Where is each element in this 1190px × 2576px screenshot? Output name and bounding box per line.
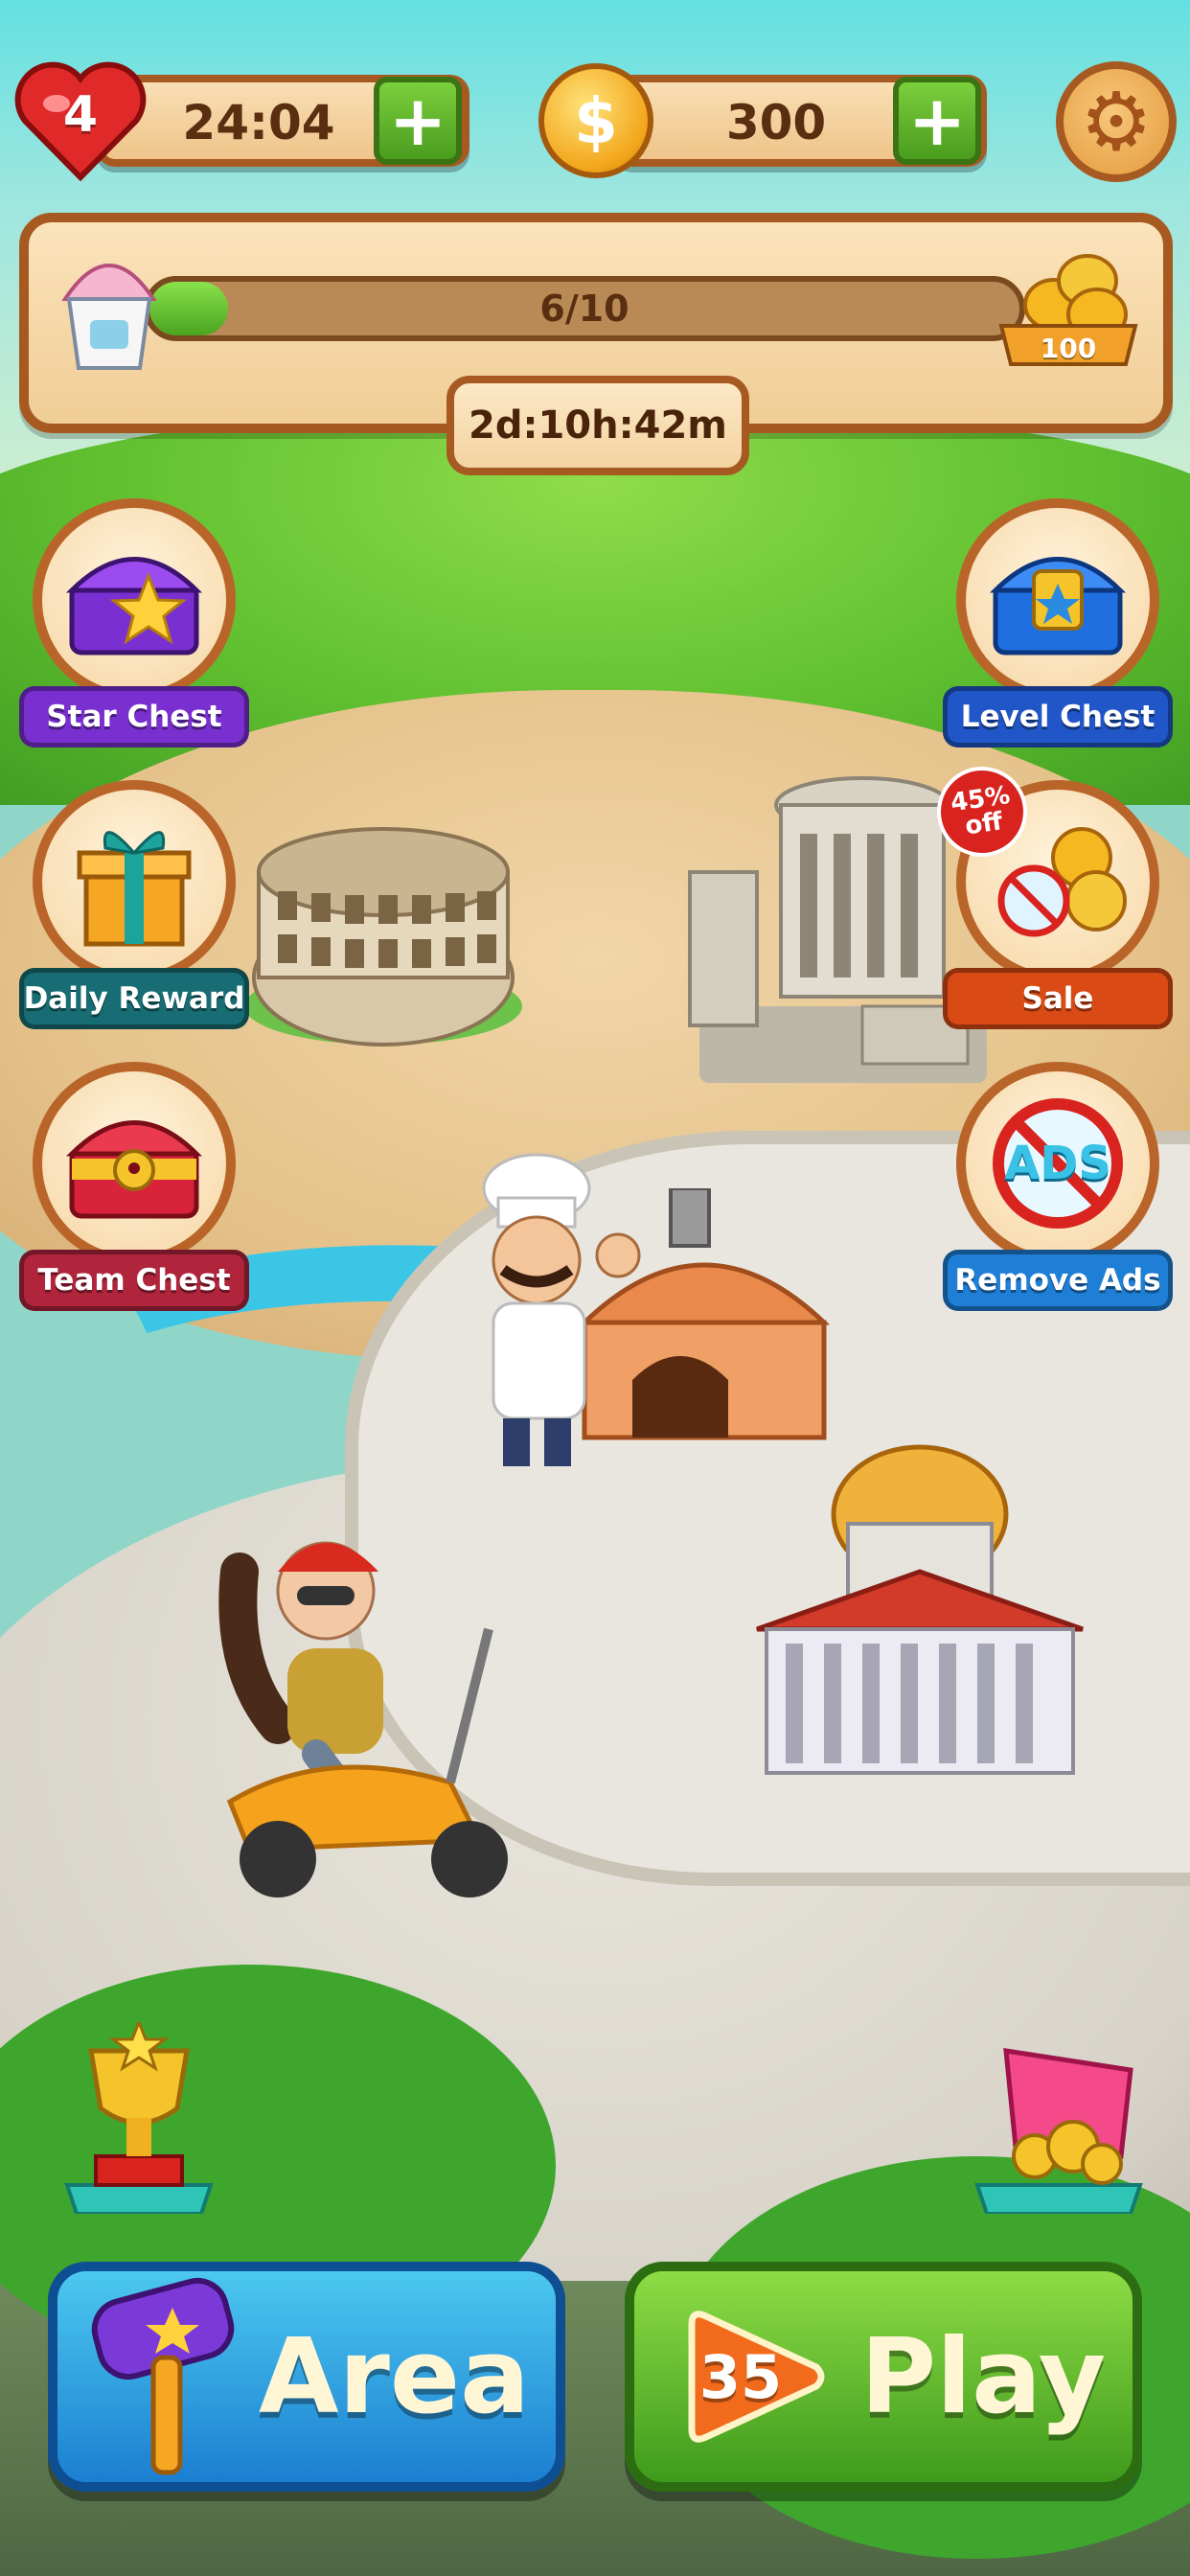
team-chest-button[interactable]: Team Chest xyxy=(19,1062,249,1311)
event-timer: 2d:10h:42m xyxy=(446,376,749,475)
add-lives-button[interactable]: + xyxy=(374,77,462,165)
remove-ads-button[interactable]: ADS Remove Ads xyxy=(943,1062,1173,1311)
play-level-number: 35 xyxy=(698,2341,783,2412)
daily-reward-label: Daily Reward xyxy=(19,968,249,1029)
coin-amount: 300 xyxy=(725,95,827,150)
star-chest-button[interactable]: Star Chest xyxy=(19,498,249,748)
team-chest-icon xyxy=(65,1120,203,1219)
daily-reward-icon-circle xyxy=(33,780,236,983)
gear-icon: ⚙ xyxy=(1080,75,1153,169)
colosseum-landmark[interactable] xyxy=(240,786,527,1054)
event-progress-label: 6/10 xyxy=(539,288,629,330)
shop-stand-button[interactable] xyxy=(968,2041,1150,2214)
level-chest-label: Level Chest xyxy=(943,686,1173,748)
level-arrow-icon: 35 xyxy=(682,2305,826,2449)
level-chest-icon xyxy=(989,557,1127,656)
area-button-label: Area xyxy=(259,2316,530,2437)
chef-character xyxy=(482,1153,641,1466)
dollar-coin-icon: $ xyxy=(538,63,653,178)
event-progress-bar: 6/10 xyxy=(144,276,1025,341)
settings-button[interactable]: ⚙ xyxy=(1056,61,1177,182)
add-coins-button[interactable]: + xyxy=(893,77,981,165)
play-button-label: Play xyxy=(860,2316,1107,2437)
game-home-screen: 24:04 + 4 300 + $ ⚙ 6/10 100 2d:10h:42m xyxy=(0,0,1190,2576)
cupcake-event-icon xyxy=(61,264,157,370)
level-chest-button[interactable]: Level Chest xyxy=(943,498,1173,748)
team-chest-icon-circle xyxy=(33,1062,236,1265)
sale-label: Sale xyxy=(943,968,1173,1029)
plus-icon: + xyxy=(907,80,967,161)
scooter-rider-character xyxy=(218,1541,508,1898)
sale-button[interactable]: 45% off Sale xyxy=(930,760,1173,1029)
star-chest-icon xyxy=(65,557,203,656)
trophy-leaderboard-button[interactable] xyxy=(57,2022,220,2214)
hammer-icon xyxy=(91,2277,235,2475)
star-chest-icon-circle xyxy=(33,498,236,702)
sale-discount-off: off xyxy=(963,807,1005,841)
play-button[interactable]: 35 Play xyxy=(625,2262,1142,2492)
plus-icon: + xyxy=(388,80,447,161)
lives-timer: 24:04 xyxy=(182,95,335,150)
star-chest-label: Star Chest xyxy=(19,686,249,748)
level-chest-icon-circle xyxy=(956,498,1159,702)
no-ads-icon-text: ADS xyxy=(1004,1137,1111,1190)
remove-ads-label: Remove Ads xyxy=(943,1250,1173,1311)
area-button[interactable]: Area xyxy=(48,2262,565,2492)
lives-count: 4 xyxy=(62,86,99,144)
pantheon-landmark[interactable] xyxy=(747,1428,1092,1782)
daily-reward-button[interactable]: Daily Reward xyxy=(19,780,249,1029)
team-chest-label: Team Chest xyxy=(19,1250,249,1311)
gift-box-icon xyxy=(77,831,192,947)
reward-amount: 100 xyxy=(1040,332,1097,364)
remove-ads-icon-circle: ADS xyxy=(956,1062,1159,1265)
